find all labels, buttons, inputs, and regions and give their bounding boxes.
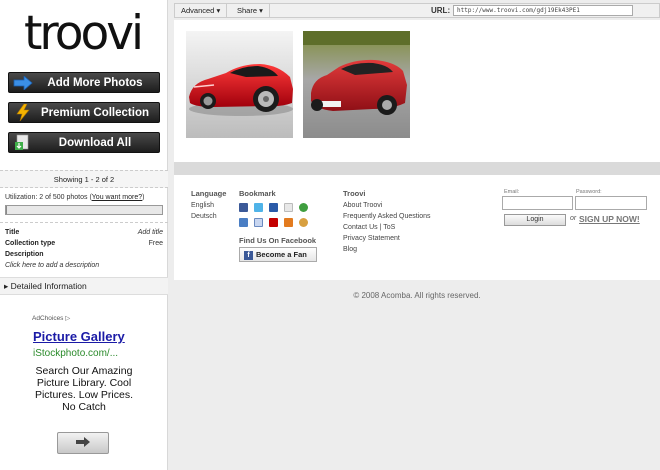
lightning-icon — [9, 102, 37, 123]
technorati-icon[interactable] — [299, 218, 308, 227]
myspace-icon[interactable] — [239, 218, 248, 227]
premium-collection-label: Premium Collection — [41, 106, 149, 119]
email-label: Email: — [504, 189, 520, 195]
facebook-heading: Find Us On Facebook — [239, 236, 317, 245]
ad-url[interactable]: iStockphoto.com/... — [33, 348, 118, 359]
share-menu[interactable]: Share ▾ — [231, 4, 270, 17]
chevron-down-icon: ▾ — [259, 6, 263, 15]
add-description-link[interactable]: Click here to add a description — [5, 262, 99, 269]
facebook-icon[interactable] — [239, 203, 248, 212]
meta-description-row: Description — [5, 251, 163, 258]
arrow-right-icon — [9, 72, 37, 93]
ad-body: Search Our Amazing Picture Library. Cool… — [34, 365, 134, 413]
language-english-link[interactable]: English — [191, 202, 214, 209]
meta-collection-type-row: Collection type Free — [5, 240, 163, 247]
language-heading: Language — [191, 189, 227, 198]
utilization-bar — [5, 205, 163, 215]
become-fan-button[interactable]: f Become a Fan — [239, 247, 317, 262]
advanced-menu-label: Advanced — [181, 6, 215, 15]
photo-thumbnail[interactable] — [303, 31, 410, 138]
divider — [0, 222, 168, 223]
detailed-information-label: Detailed Information — [10, 281, 87, 291]
meta-description-key: Description — [5, 251, 44, 258]
chevron-down-icon: ▾ — [216, 6, 221, 15]
about-troovi-link[interactable]: About Troovi — [343, 202, 382, 209]
meta-collection-type-key: Collection type — [5, 240, 56, 247]
add-title-link[interactable]: Add title — [138, 229, 163, 236]
utilization-prefix: Utilization: 2 of 500 photos ( — [5, 194, 92, 201]
detailed-information-toggle[interactable]: ▸ Detailed Information — [0, 277, 168, 295]
login-button[interactable]: Login — [504, 214, 566, 226]
ad-choices-label: AdChoices — [32, 315, 64, 322]
google-icon[interactable] — [254, 218, 263, 227]
showing-count: Showing 1 - 2 of 2 — [0, 170, 168, 188]
url-field[interactable]: http://www.troovi.com/gdj19Ek43PE1 — [453, 5, 633, 16]
yahoo-icon[interactable] — [269, 218, 278, 227]
separator-bar — [174, 162, 660, 175]
become-fan-label: Become a Fan — [256, 250, 307, 259]
language-deutsch-link[interactable]: Deutsch — [191, 213, 217, 220]
meta-title-key: Title — [5, 229, 20, 236]
arrow-right-icon — [76, 437, 90, 449]
add-more-photos-label: Add More Photos — [47, 76, 143, 89]
triangle-right-icon: ▸ — [4, 281, 11, 291]
password-field[interactable] — [575, 196, 647, 210]
url-label: URL: — [431, 6, 451, 15]
reddit-icon[interactable] — [284, 218, 293, 227]
digg-icon[interactable] — [284, 203, 293, 212]
privacy-link[interactable]: Privacy Statement — [343, 235, 400, 242]
download-all-button[interactable]: Download All — [8, 132, 160, 153]
share-menu-label: Share — [237, 6, 258, 15]
sidebar: troovi Add More Photos Premium Collectio… — [0, 0, 168, 470]
delicious-icon[interactable] — [269, 203, 278, 212]
ad-choices[interactable]: AdChoices ▷ — [32, 314, 70, 322]
contact-tos-link[interactable]: Contact Us | ToS — [343, 224, 395, 231]
utilization-text: Utilization: 2 of 500 photos (You want m… — [5, 194, 144, 201]
toolbar: Advanced ▾ Share ▾ URL: http://www.troov… — [174, 3, 660, 18]
twitter-icon[interactable] — [254, 203, 263, 212]
password-label: Password: — [576, 189, 602, 195]
utilization-suffix: ) — [142, 194, 145, 201]
download-icon — [9, 132, 37, 153]
premium-collection-button[interactable]: Premium Collection — [8, 102, 160, 123]
ad-title-link[interactable]: Picture Gallery — [33, 329, 125, 344]
download-all-label: Download All — [58, 136, 132, 149]
copyright: © 2008 Acomba. All rights reserved. — [353, 291, 481, 300]
add-more-photos-button[interactable]: Add More Photos — [8, 72, 160, 93]
blog-link[interactable]: Blog — [343, 246, 357, 253]
email-field[interactable] — [502, 196, 573, 210]
footer-panel: Language English Deutsch Bookmark Find U… — [174, 175, 660, 280]
troovi-heading: Troovi — [343, 189, 366, 198]
faq-link[interactable]: Frequently Asked Questions — [343, 213, 431, 220]
ad-choices-icon: ▷ — [65, 315, 71, 322]
meta-title-row: Title Add title — [5, 229, 163, 236]
utilization-bar-fill — [6, 206, 7, 214]
bookmark-heading: Bookmark — [239, 189, 276, 198]
or-label: or — [570, 215, 577, 222]
facebook-icon: f — [244, 250, 253, 260]
meta-collection-type-value: Free — [148, 240, 163, 247]
signup-link[interactable]: SIGN UP NOW! — [579, 214, 640, 224]
photo-thumbnail[interactable] — [186, 31, 293, 138]
advanced-menu[interactable]: Advanced ▾ — [175, 4, 228, 17]
photo-grid — [174, 20, 660, 162]
troovi-logo[interactable]: troovi — [24, 8, 154, 60]
want-more-link[interactable]: You want more? — [92, 194, 142, 201]
ad-go-button[interactable] — [57, 432, 109, 454]
stumbleupon-icon[interactable] — [299, 203, 308, 212]
